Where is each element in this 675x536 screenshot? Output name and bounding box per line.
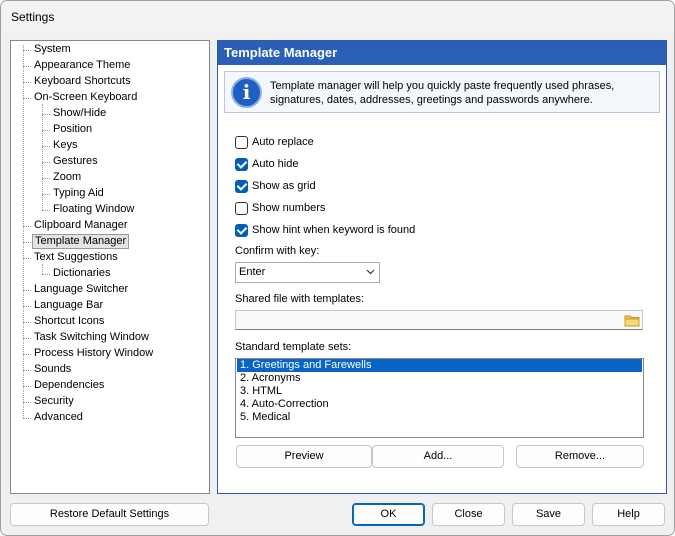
tree-connector	[42, 274, 50, 275]
checkbox-label: Auto hide	[252, 158, 299, 170]
chevron-down-icon	[366, 269, 375, 275]
show-as-grid-checkbox[interactable]: Show as grid	[235, 178, 316, 194]
template-set-item[interactable]: 1. Greetings and Farewells	[237, 359, 642, 372]
tree-item[interactable]: Show/Hide	[51, 106, 108, 121]
template-set-item[interactable]: 4. Auto-Correction	[237, 398, 642, 411]
tree-connector	[42, 130, 50, 131]
tree-connector	[42, 264, 43, 274]
preview-button[interactable]: Preview	[236, 445, 372, 468]
tree-item[interactable]: Keys	[51, 138, 79, 153]
checkbox-box[interactable]	[235, 223, 248, 237]
checkbox-box[interactable]	[235, 179, 248, 193]
tree-connector	[42, 114, 50, 115]
tree-item[interactable]: Task Switching Window	[32, 330, 151, 345]
tree-item[interactable]: Language Bar	[32, 298, 105, 313]
confirm-key-label: Confirm with key:	[235, 245, 320, 257]
tree-connector	[23, 290, 31, 291]
settings-window: Settings System Appearance Theme Keyboard …	[0, 0, 675, 536]
template-set-item[interactable]: 5. Medical	[237, 411, 642, 424]
tree-connector	[23, 258, 31, 259]
tree-item[interactable]: Position	[51, 122, 94, 137]
template-sets-label: Standard template sets:	[235, 341, 352, 353]
tree-item[interactable]: Shortcut Icons	[32, 314, 106, 329]
auto-replace-checkbox[interactable]: Auto replace	[235, 134, 314, 150]
checkbox-label: Show as grid	[252, 180, 316, 192]
tree-connector	[23, 418, 31, 419]
tree-connector	[23, 338, 31, 339]
template-manager-panel: Template Manager i Template manager will…	[217, 40, 667, 494]
tree-item[interactable]: Floating Window	[51, 202, 136, 217]
tree-item[interactable]: Template Manager	[32, 234, 130, 249]
tree-connector	[42, 104, 43, 210]
template-set-item[interactable]: 2. Acronyms	[237, 372, 642, 385]
template-set-item[interactable]: 3. HTML	[237, 385, 642, 398]
tree-connector	[42, 178, 50, 179]
tree-connector	[23, 370, 31, 371]
info-icon: i	[231, 77, 262, 108]
tree-item[interactable]: Gestures	[51, 154, 100, 169]
show-hint-checkbox[interactable]: Show hint when keyword is found	[235, 222, 415, 238]
shared-file-label: Shared file with templates:	[235, 293, 365, 305]
checkbox-box[interactable]	[235, 135, 248, 149]
auto-hide-checkbox[interactable]: Auto hide	[235, 156, 298, 172]
add-button[interactable]: Add...	[372, 445, 504, 468]
tree-connector	[23, 66, 31, 67]
save-button[interactable]: Save	[512, 503, 585, 526]
tree-connector	[23, 354, 31, 355]
tree-connector	[23, 50, 31, 51]
tree-connector	[23, 322, 31, 323]
info-text: Template manager will help you quickly p…	[270, 79, 655, 107]
tree-connector	[42, 210, 50, 211]
tree-item[interactable]: Advanced	[32, 410, 85, 425]
tree-connector	[23, 386, 31, 387]
show-numbers-checkbox[interactable]: Show numbers	[235, 200, 325, 216]
tree-connector	[23, 402, 31, 403]
settings-tree[interactable]: System Appearance Theme Keyboard Shortcuts…	[10, 40, 210, 494]
tree-item[interactable]: Keyboard Shortcuts	[32, 74, 133, 89]
tree-item[interactable]: On-Screen Keyboard	[32, 90, 139, 105]
tree-connector	[23, 226, 31, 227]
info-box: i Template manager will help you quickly…	[224, 71, 660, 113]
tree-connector	[23, 98, 31, 99]
confirm-key-value: Enter	[239, 266, 266, 278]
tree-item[interactable]: Security	[32, 394, 76, 409]
close-button[interactable]: Close	[432, 503, 505, 526]
tree-item[interactable]: Language Switcher	[32, 282, 130, 297]
tree-item[interactable]: Typing Aid	[51, 186, 106, 201]
tree-item[interactable]: Text Suggestions	[32, 250, 120, 265]
tree-item[interactable]: Clipboard Manager	[32, 218, 130, 233]
info-line-2: signatures, dates, addresses, greetings …	[270, 94, 593, 106]
tree-connector	[23, 242, 31, 243]
confirm-key-select[interactable]: Enter	[235, 262, 380, 283]
remove-button[interactable]: Remove...	[516, 445, 644, 468]
tree-item[interactable]: Zoom	[51, 170, 83, 185]
info-line-1: Template manager will help you quickly p…	[270, 80, 615, 92]
tree-item[interactable]: Dictionaries	[51, 266, 112, 281]
restore-defaults-button[interactable]: Restore Default Settings	[10, 503, 209, 526]
help-button[interactable]: Help	[592, 503, 665, 526]
shared-file-input[interactable]	[235, 310, 643, 330]
folder-icon[interactable]	[624, 313, 640, 327]
tree-item[interactable]: Process History Window	[32, 346, 155, 361]
panel-header: Template Manager	[218, 41, 666, 65]
tree-connector	[42, 146, 50, 147]
checkbox-label: Auto replace	[252, 136, 314, 148]
tree-item[interactable]: Sounds	[32, 362, 73, 377]
tree-connector	[42, 194, 50, 195]
window-title: Settings	[11, 10, 55, 24]
checkbox-box[interactable]	[235, 201, 248, 215]
tree-item[interactable]: Appearance Theme	[32, 58, 132, 73]
tree-connector	[23, 45, 24, 418]
tree-item[interactable]: Dependencies	[32, 378, 106, 393]
template-sets-list[interactable]: 1. Greetings and Farewells 2. Acronyms 3. …	[235, 358, 644, 438]
ok-button[interactable]: OK	[352, 503, 425, 526]
checkbox-label: Show numbers	[252, 202, 326, 214]
tree-connector	[23, 306, 31, 307]
tree-connector	[23, 82, 31, 83]
checkbox-box[interactable]	[235, 157, 248, 171]
tree-item[interactable]: System	[32, 42, 73, 57]
checkbox-label: Show hint when keyword is found	[252, 224, 416, 236]
title-bar[interactable]: Settings	[1, 1, 674, 33]
tree-connector	[42, 162, 50, 163]
